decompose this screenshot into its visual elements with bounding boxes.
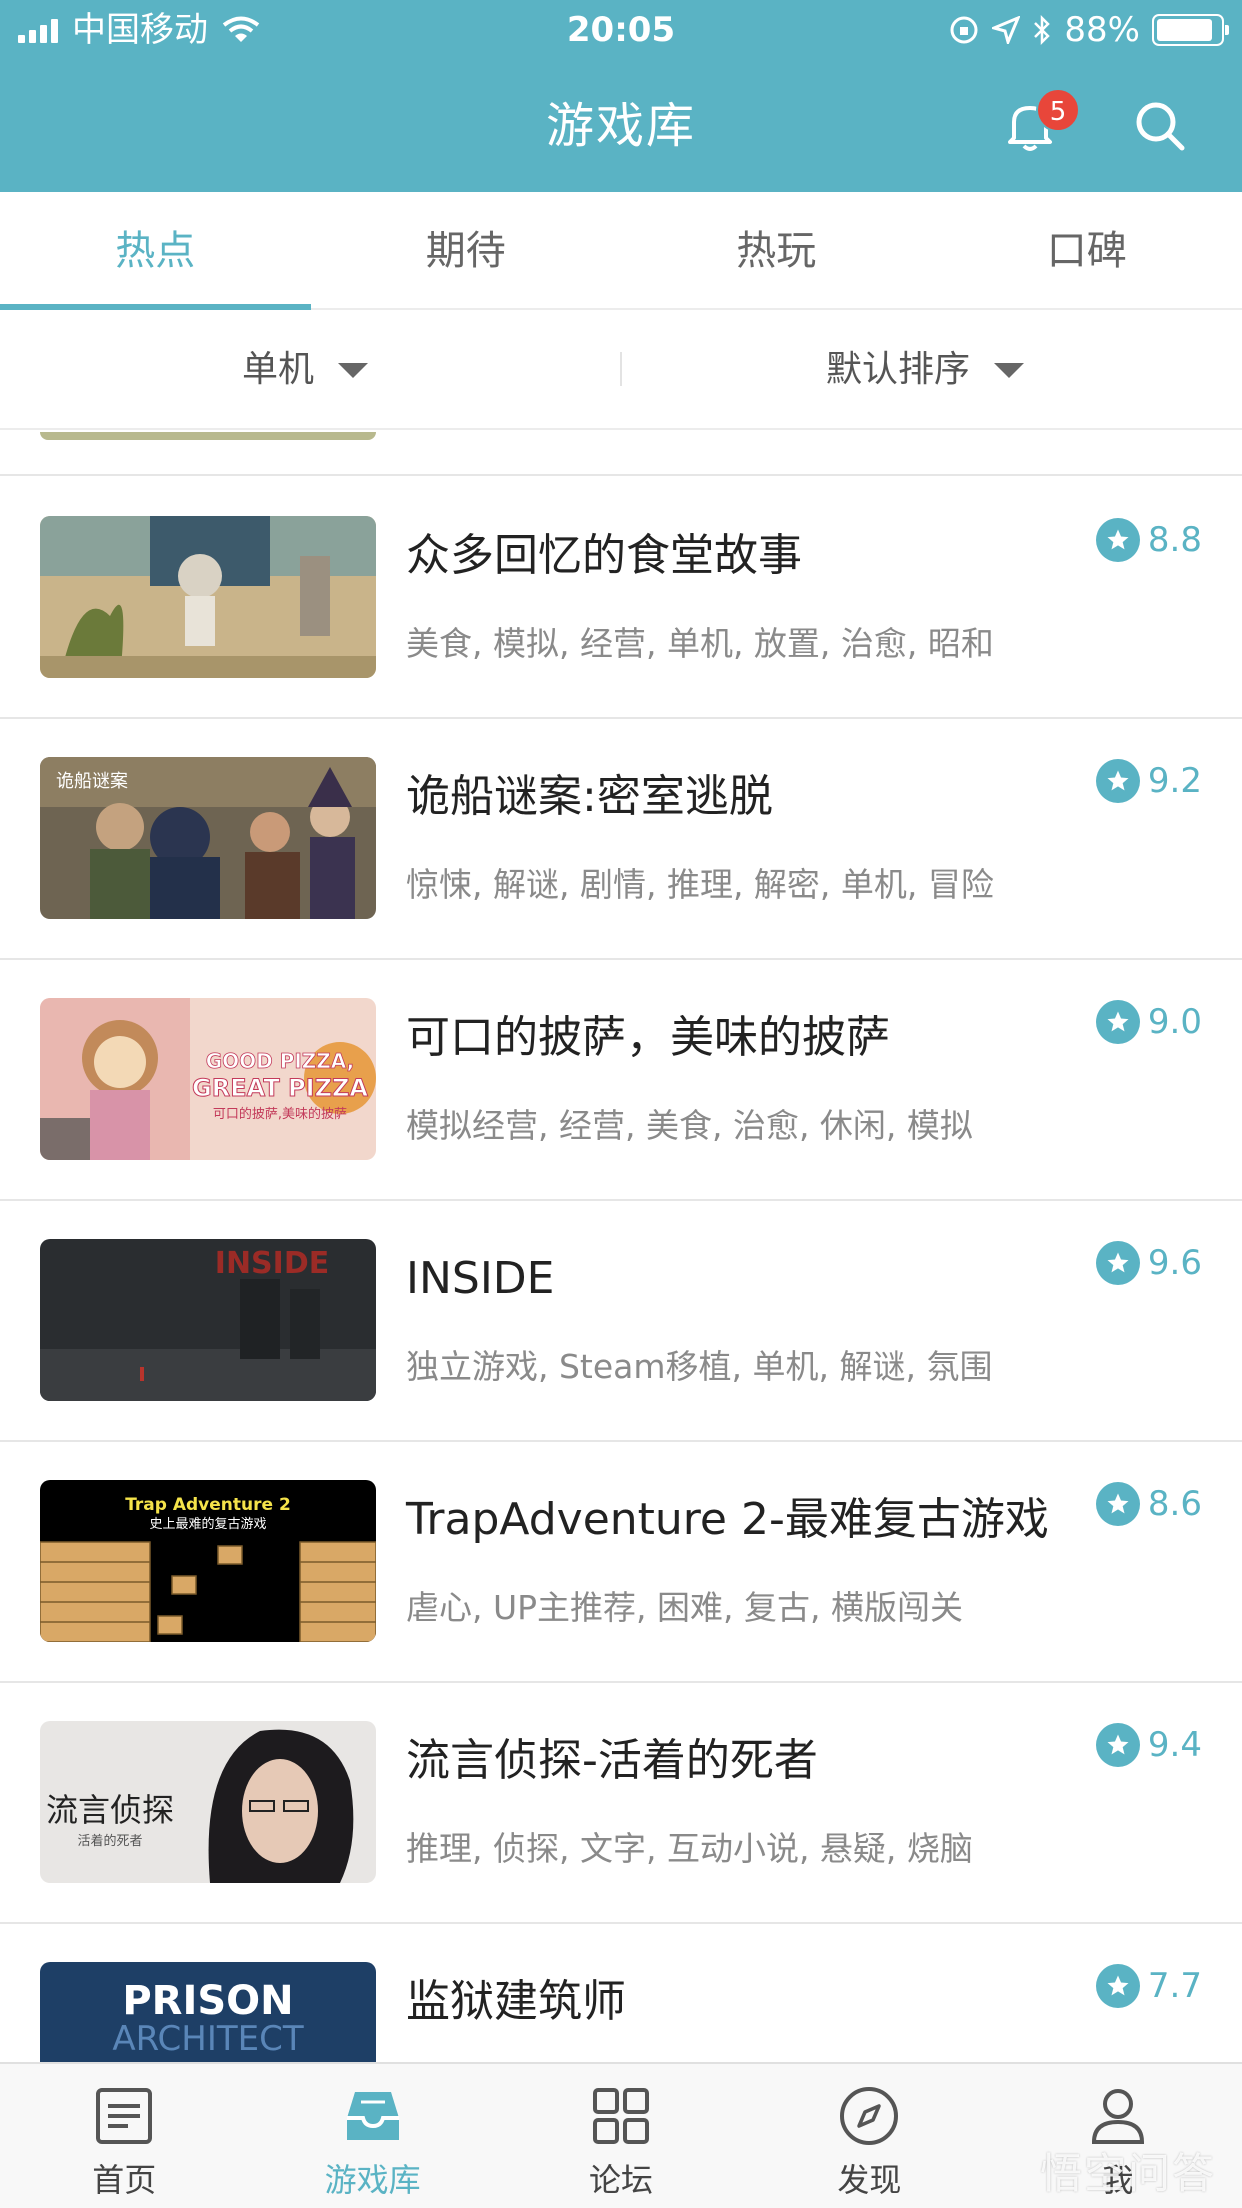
- nav-forum[interactable]: 论坛: [497, 2064, 745, 2208]
- dropdown-arrow-icon: [994, 362, 1025, 378]
- tab-expected[interactable]: 期待: [311, 192, 622, 308]
- game-title: 诡船谜案:密室逃脱: [406, 771, 773, 822]
- game-title: 监狱建筑师: [406, 1976, 626, 2027]
- thumbnail-caption: 流言侦探: [46, 1791, 174, 1829]
- list-item[interactable]: 流言侦探 活着的死者 流言侦探-活着的死者 推理, 侦探, 文字, 互动小说, …: [0, 1683, 1242, 1924]
- list-item[interactable]: GOOD PIZZA, GREAT PIZZA 可口的披萨,美味的披萨 可口的披…: [0, 960, 1242, 1201]
- nav-game-library[interactable]: 游戏库: [248, 2064, 496, 2208]
- sort-filter[interactable]: 默认排序: [826, 310, 1025, 430]
- nav-home[interactable]: 首页: [0, 2064, 248, 2208]
- thumbnail-caption: ARCHITECT: [112, 2019, 304, 2059]
- game-rating: 8.6: [1095, 1480, 1202, 1528]
- rating-value: 9.4: [1147, 1725, 1202, 1765]
- user-icon: [1091, 2089, 1144, 2144]
- grid-icon: [592, 2088, 649, 2144]
- nav-discover-label: 发现: [837, 2161, 902, 2199]
- game-rating: 9.0: [1095, 998, 1202, 1046]
- list-item[interactable]: 诡船谜案 诡船谜案:密室逃脱 惊悚, 解谜, 剧情, 推理, 解密, 单机, 冒…: [0, 719, 1242, 960]
- rating-value: 8.6: [1147, 1484, 1202, 1524]
- game-rating: 8.8: [1095, 516, 1202, 564]
- game-rating: 9.4: [1095, 1721, 1202, 1769]
- list-item-partial[interactable]: [0, 432, 1242, 476]
- watermark: 悟空问答: [1040, 2149, 1217, 2198]
- tab-hot[interactable]: 热点: [0, 192, 311, 310]
- nav-home-label: 首页: [92, 2161, 157, 2199]
- game-tags: 美食, 模拟, 经营, 单机, 放置, 治愈, 昭和: [406, 624, 994, 663]
- thumbnail-caption: GREAT PIZZA: [192, 1074, 368, 1102]
- rating-value: 9.0: [1147, 1002, 1202, 1042]
- category-tabs: 热点 期待 热玩 口碑: [0, 192, 1242, 310]
- star-icon: [1095, 1000, 1140, 1044]
- rating-value: 7.7: [1147, 1966, 1202, 2006]
- thumbnail-caption: Trap Adventure 2: [125, 1495, 291, 1515]
- thumbnail-caption: PRISON: [122, 1978, 293, 2024]
- game-thumbnail: 诡船谜案: [40, 757, 376, 919]
- rating-value: 9.6: [1147, 1243, 1202, 1283]
- filter-bar: 单机 默认排序: [0, 310, 1242, 430]
- game-thumbnail: Trap Adventure 2 史上最难的复古游戏: [40, 1480, 376, 1642]
- battery-percent: 88%: [1064, 10, 1140, 50]
- star-icon: [1095, 1241, 1140, 1285]
- game-thumbnail: [40, 516, 376, 678]
- star-icon: [1095, 1964, 1140, 2008]
- game-tags: 惊悚, 解谜, 剧情, 推理, 解密, 单机, 冒险: [406, 865, 994, 904]
- game-title: 众多回忆的食堂故事: [406, 530, 802, 581]
- game-title: 可口的披萨，美味的披萨: [406, 1012, 890, 1063]
- status-bar: 中国移动 20:05 88%: [0, 0, 1242, 62]
- game-list: 众多回忆的食堂故事 美食, 模拟, 经营, 单机, 放置, 治愈, 昭和 8.8: [0, 478, 1242, 2165]
- tab-reputation[interactable]: 口碑: [932, 192, 1242, 308]
- platform-filter[interactable]: 单机: [242, 310, 369, 430]
- nav-forum-label: 论坛: [588, 2161, 653, 2199]
- game-thumbnail: INSIDE: [40, 1239, 376, 1401]
- game-thumbnail: [40, 432, 376, 440]
- game-title: TrapAdventure 2-最难复古游戏: [406, 1494, 1049, 1545]
- dropdown-arrow-icon: [338, 362, 369, 378]
- battery-icon: [1152, 14, 1229, 46]
- rating-value: 9.2: [1147, 761, 1202, 801]
- news-icon: [96, 2088, 153, 2144]
- thumbnail-caption: 史上最难的复古游戏: [149, 1516, 266, 1532]
- sort-filter-label: 默认排序: [826, 349, 971, 390]
- search-icon[interactable]: [1130, 96, 1190, 156]
- list-item[interactable]: INSIDE INSIDE 独立游戏, Steam移植, 单机, 解谜, 氛围 …: [0, 1201, 1242, 1442]
- thumbnail-caption: GOOD PIZZA,: [206, 1049, 355, 1073]
- game-rating: 7.7: [1095, 1962, 1202, 2010]
- game-rating: 9.6: [1095, 1239, 1202, 1287]
- thumbnail-caption: 活着的死者: [77, 1833, 142, 1849]
- star-icon: [1095, 759, 1140, 803]
- compass-icon: [840, 2087, 899, 2145]
- game-thumbnail: 流言侦探 活着的死者: [40, 1721, 376, 1883]
- notification-badge: 5: [1036, 88, 1080, 132]
- top-header: 中国移动 20:05 88% 游戏库 5: [0, 0, 1242, 192]
- game-tags: 虐心, UP主推荐, 困难, 复古, 横版闯关: [406, 1588, 963, 1627]
- game-tags: 独立游戏, Steam移植, 单机, 解谜, 氛围: [406, 1347, 993, 1386]
- star-icon: [1095, 518, 1140, 562]
- thumbnail-caption: 诡船谜案: [56, 771, 128, 792]
- orientation-lock-icon: [950, 16, 978, 44]
- bluetooth-icon: [1034, 14, 1051, 46]
- location-icon: [992, 16, 1021, 44]
- game-thumbnail: GOOD PIZZA, GREAT PIZZA 可口的披萨,美味的披萨: [40, 998, 376, 1160]
- game-tags: 推理, 侦探, 文字, 互动小说, 悬疑, 烧脑: [406, 1829, 973, 1868]
- nav-discover[interactable]: 发现: [745, 2064, 993, 2208]
- nav-game-library-label: 游戏库: [324, 2161, 421, 2199]
- star-icon: [1095, 1723, 1140, 1767]
- game-title: 流言侦探-活着的死者: [406, 1735, 818, 1786]
- list-item[interactable]: 众多回忆的食堂故事 美食, 模拟, 经营, 单机, 放置, 治愈, 昭和 8.8: [0, 478, 1242, 719]
- thumbnail-caption: 可口的披萨,美味的披萨: [213, 1106, 347, 1122]
- tab-hot-play[interactable]: 热玩: [621, 192, 932, 308]
- filter-divider: [620, 352, 622, 386]
- inbox-tray-icon: [346, 2092, 399, 2140]
- app-screen: 中国移动 20:05 88% 游戏库 5 热点 期待 热玩 口碑 单机 默认排序…: [0, 0, 1242, 2208]
- rating-value: 8.8: [1147, 520, 1202, 560]
- game-title: INSIDE: [406, 1253, 555, 1304]
- platform-filter-label: 单机: [242, 349, 315, 390]
- star-icon: [1095, 1482, 1140, 1526]
- game-rating: 9.2: [1095, 757, 1202, 805]
- thumbnail-caption: INSIDE: [215, 1246, 329, 1281]
- game-tags: 模拟经营, 经营, 美食, 治愈, 休闲, 模拟: [406, 1106, 973, 1145]
- list-item[interactable]: Trap Adventure 2 史上最难的复古游戏 TrapAdventure…: [0, 1442, 1242, 1683]
